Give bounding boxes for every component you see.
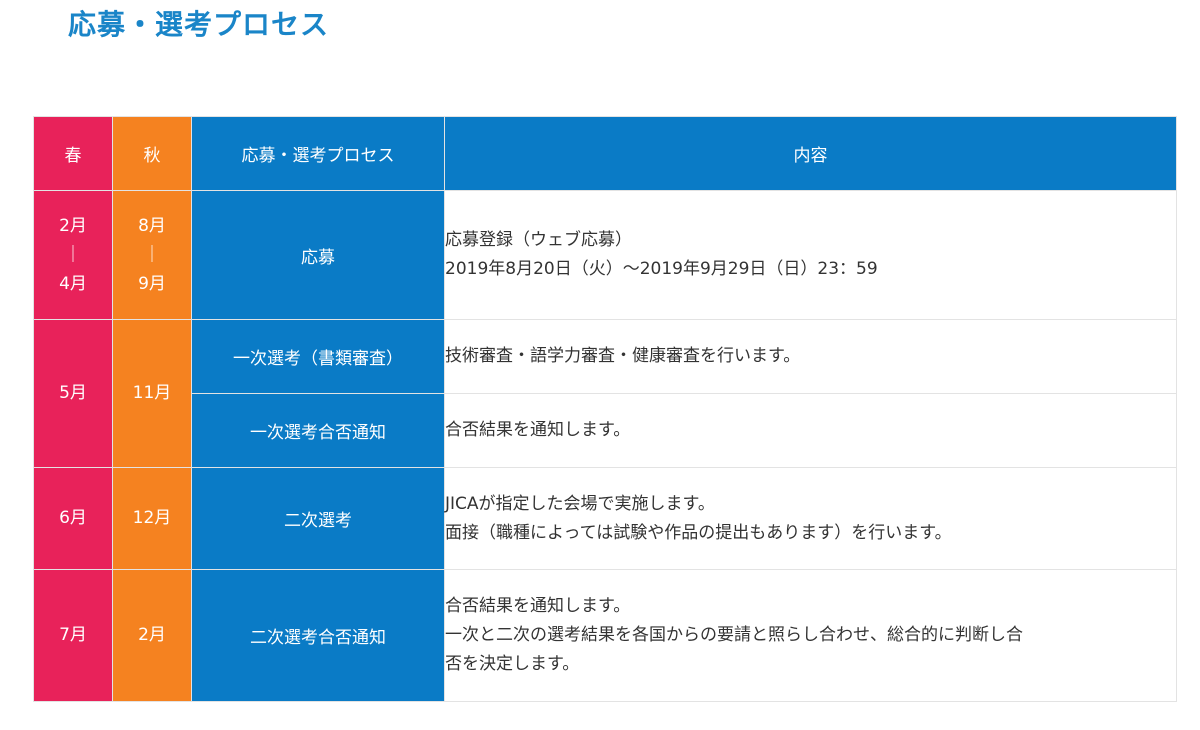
content-line: 一次と二次の選考結果を各国からの要請と照らし合わせ、総合的に判断し合 xyxy=(445,625,1023,645)
process-step: 応募 xyxy=(191,190,445,320)
header-process: 応募・選考プロセス xyxy=(191,116,445,191)
content-line: JICAが指定した会場で実施します。 xyxy=(445,493,715,514)
autumn-period: 8月 ｜ 9月 xyxy=(112,190,192,320)
content-line: 技術審査・語学力審査・健康審査を行います。 xyxy=(445,346,801,366)
process-step: 二次選考 xyxy=(191,467,445,570)
content-line: 応募登録（ウェブ応募） xyxy=(445,230,632,250)
table-row: 2月 ｜ 4月 8月 ｜ 9月 応募 応募登録（ウェブ応募） 2019年8月20… xyxy=(33,190,1177,320)
table-row: 7月 2月 二次選考合否通知 合否結果を通知します。 一次と二次の選考結果を各国… xyxy=(33,569,1177,702)
table-row: 6月 12月 二次選考 JICAが指定した会場で実施します。 面接（職種によって… xyxy=(33,467,1177,570)
autumn-period-end: 9月 xyxy=(138,273,166,294)
content-line: 面接（職種によっては試験や作品の提出もあります）を行います。 xyxy=(445,522,952,543)
autumn-period-start: 8月 xyxy=(138,215,166,236)
header-autumn: 秋 xyxy=(112,116,192,191)
content-line: 2019年8月20日（火）～2019年9月29日（日）23：59 xyxy=(445,259,878,279)
spring-period-separator: ｜ xyxy=(64,244,82,265)
page-title: 応募・選考プロセス xyxy=(68,8,330,41)
spring-period: 2月 ｜ 4月 xyxy=(33,190,113,320)
process-step: 一次選考合否通知 xyxy=(191,393,445,468)
process-content: JICAが指定した会場で実施します。 面接（職種によっては試験や作品の提出もあり… xyxy=(444,467,1177,570)
process-content: 合否結果を通知します。 xyxy=(444,393,1177,468)
header-content: 内容 xyxy=(444,116,1177,191)
autumn-period: 2月 xyxy=(112,569,192,702)
selection-process-table: 春 秋 応募・選考プロセス 内容 2月 ｜ 4月 8月 ｜ 9月 応募 応募登録… xyxy=(33,116,1177,702)
spring-period: 7月 xyxy=(33,569,113,702)
content-line: 合否結果を通知します。 xyxy=(445,420,631,440)
spring-period-start: 2月 xyxy=(59,215,87,236)
process-step: 二次選考合否通知 xyxy=(191,569,445,702)
spring-period: 5月 xyxy=(33,319,113,468)
process-content: 応募登録（ウェブ応募） 2019年8月20日（火）～2019年9月29日（日）2… xyxy=(444,190,1177,320)
autumn-period: 12月 xyxy=(112,467,192,570)
table-row: 5月 11月 一次選考（書類審査） 技術審査・語学力審査・健康審査を行います。 xyxy=(33,319,1177,468)
process-content: 合否結果を通知します。 一次と二次の選考結果を各国からの要請と照らし合わせ、総合… xyxy=(444,569,1177,702)
header-spring: 春 xyxy=(33,116,113,191)
content-line: 合否結果を通知します。 xyxy=(445,596,631,616)
process-content: 技術審査・語学力審査・健康審査を行います。 xyxy=(444,319,1177,394)
content-line: 否を決定します。 xyxy=(445,654,580,674)
table-row: 一次選考合否通知 合否結果を通知します。 xyxy=(34,393,1177,468)
table-header-row: 春 秋 応募・選考プロセス 内容 xyxy=(33,116,1177,191)
autumn-period-separator: ｜ xyxy=(143,244,161,265)
process-step: 一次選考（書類審査） xyxy=(191,319,445,394)
spring-period-end: 4月 xyxy=(59,273,87,294)
autumn-period: 11月 xyxy=(112,319,192,468)
spring-period: 6月 xyxy=(33,467,113,570)
